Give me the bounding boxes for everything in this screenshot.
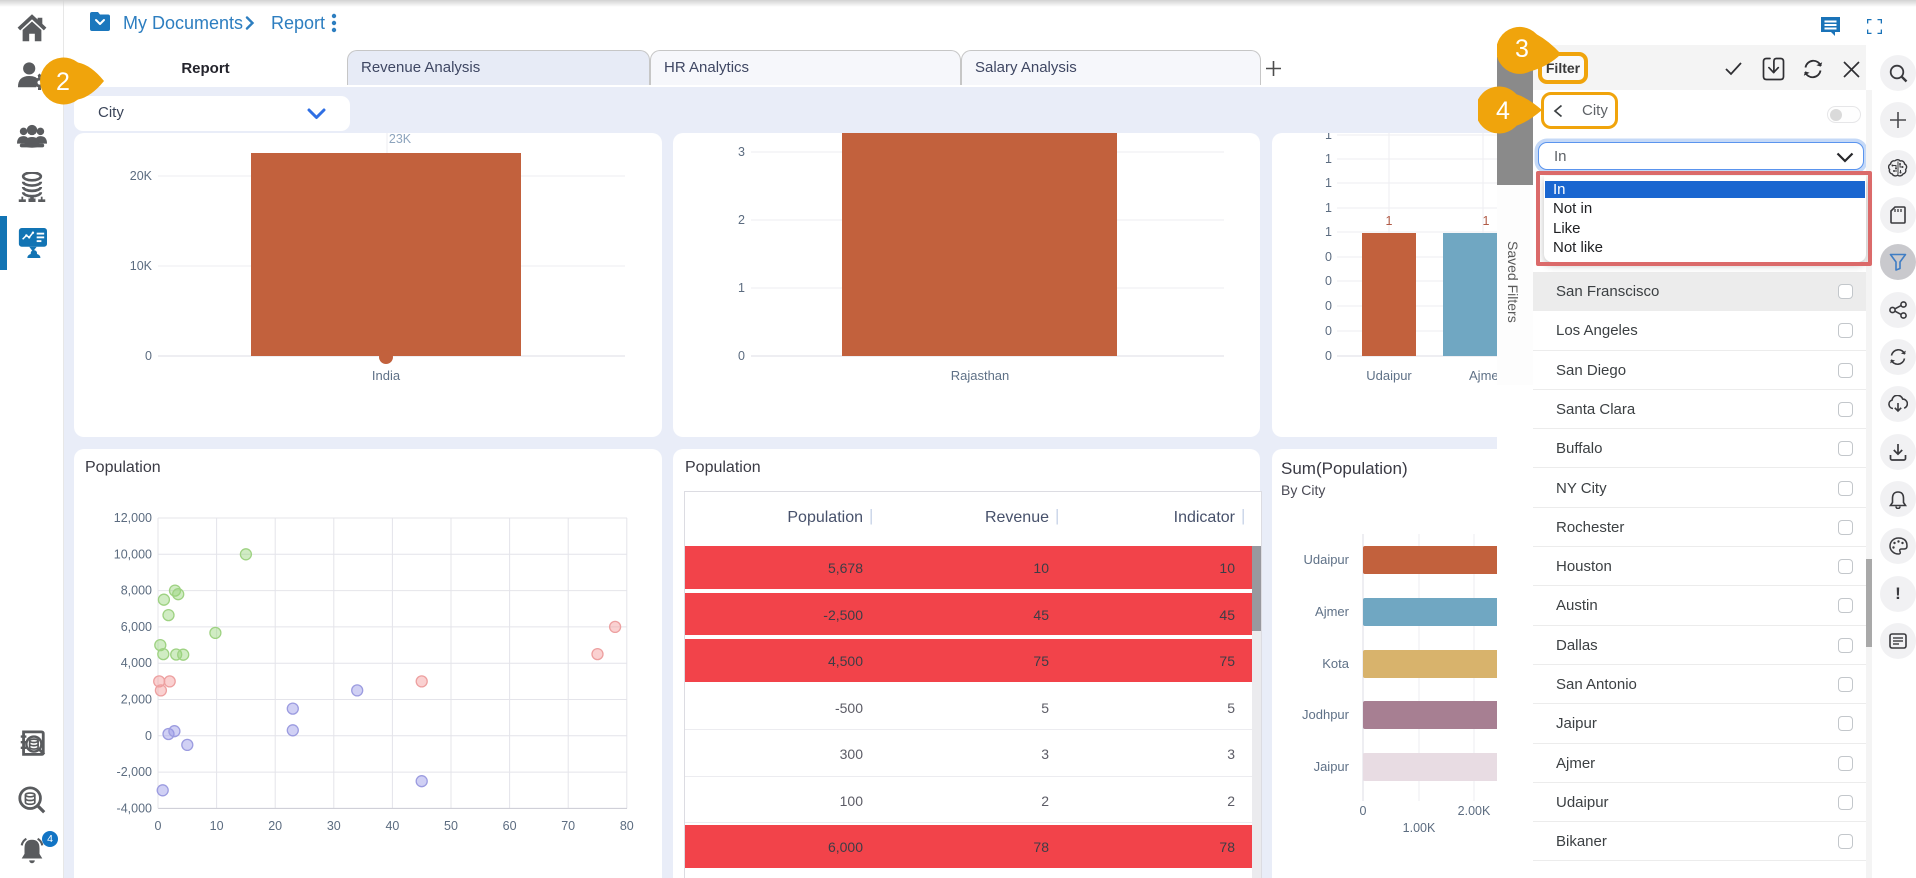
svg-text:2.00K: 2.00K [1458, 804, 1491, 818]
svg-text:0: 0 [145, 729, 152, 743]
svg-text:Udaipur: Udaipur [1366, 368, 1412, 383]
svg-text:50: 50 [444, 819, 458, 833]
svg-text:40: 40 [385, 819, 399, 833]
svg-text:Jodhpur: Jodhpur [1302, 707, 1350, 722]
svg-text:2,000: 2,000 [121, 693, 152, 707]
svg-text:10,000: 10,000 [114, 547, 152, 561]
svg-text:20K: 20K [130, 169, 153, 183]
svg-text:0: 0 [145, 349, 152, 363]
svg-text:23K: 23K [389, 133, 412, 146]
svg-text:0: 0 [1325, 349, 1332, 363]
svg-text:20: 20 [268, 819, 282, 833]
svg-text:India: India [372, 368, 401, 383]
svg-text:0: 0 [738, 349, 745, 363]
svg-text:70: 70 [561, 819, 575, 833]
svg-text:0: 0 [1325, 324, 1332, 338]
svg-text:0: 0 [155, 819, 162, 833]
svg-text:80: 80 [620, 819, 634, 833]
svg-text:2: 2 [56, 68, 70, 96]
svg-text:1: 1 [1325, 133, 1332, 142]
svg-text:1: 1 [738, 281, 745, 295]
svg-text:10: 10 [210, 819, 224, 833]
svg-text:Jaipur: Jaipur [1314, 759, 1350, 774]
svg-text:12,000: 12,000 [114, 511, 152, 525]
svg-text:3: 3 [1515, 35, 1529, 63]
svg-text:2: 2 [738, 213, 745, 227]
svg-text:0: 0 [1325, 274, 1332, 288]
svg-text:1: 1 [1483, 214, 1490, 228]
svg-text:60: 60 [503, 819, 517, 833]
svg-text:1: 1 [1325, 225, 1332, 239]
svg-text:-2,000: -2,000 [117, 765, 152, 779]
svg-text:-4,000: -4,000 [117, 801, 152, 815]
svg-text:1: 1 [1325, 176, 1332, 190]
svg-text:Kota: Kota [1322, 656, 1350, 671]
svg-text:1: 1 [1325, 201, 1332, 215]
svg-text:10K: 10K [130, 259, 153, 273]
svg-text:8,000: 8,000 [121, 584, 152, 598]
svg-text:Ajmer: Ajmer [1315, 604, 1350, 619]
svg-text:30: 30 [327, 819, 341, 833]
svg-text:1: 1 [1386, 214, 1393, 228]
svg-text:6,000: 6,000 [121, 620, 152, 634]
svg-text:1: 1 [1325, 152, 1332, 166]
svg-text:0: 0 [1325, 299, 1332, 313]
svg-text:Udaipur: Udaipur [1303, 552, 1349, 567]
svg-text:4: 4 [1496, 97, 1510, 125]
svg-text:4,000: 4,000 [121, 656, 152, 670]
svg-text:0: 0 [1360, 804, 1367, 818]
svg-text:Rajasthan: Rajasthan [951, 368, 1010, 383]
svg-text:3: 3 [738, 145, 745, 159]
svg-text:1.00K: 1.00K [1403, 821, 1436, 835]
svg-text:0: 0 [1325, 250, 1332, 264]
